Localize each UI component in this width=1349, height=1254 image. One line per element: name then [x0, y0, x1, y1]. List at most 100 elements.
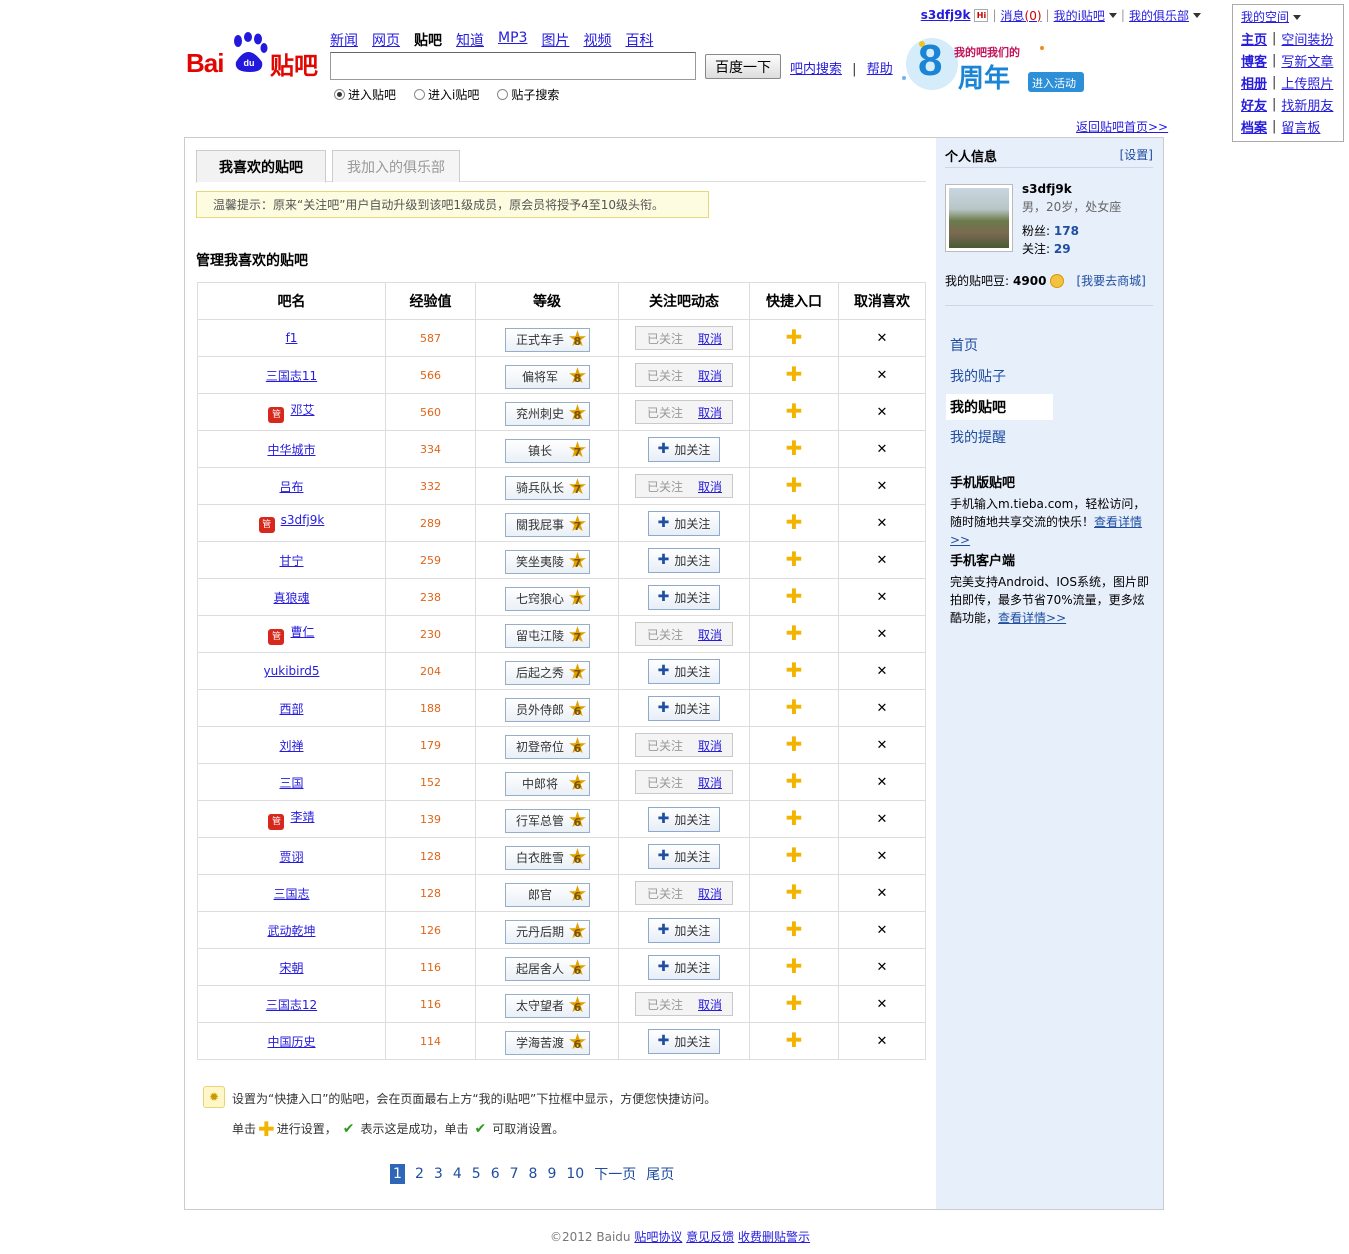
bar-name-link[interactable]: 吕布 — [279, 480, 303, 494]
close-icon[interactable]: ✕ — [877, 812, 888, 827]
nav-item-1[interactable]: 网页 — [372, 30, 400, 50]
add-shortcut-icon[interactable]: ✚ — [786, 806, 803, 830]
add-shortcut-icon[interactable]: ✚ — [786, 436, 803, 460]
page-link[interactable]: 4 — [453, 1166, 462, 1182]
follow-button[interactable]: ✚ 加关注 — [648, 547, 720, 573]
last-page-link[interactable]: 尾页 — [646, 1164, 674, 1184]
focus-value[interactable]: 29 — [1054, 242, 1071, 256]
add-shortcut-icon[interactable]: ✚ — [786, 621, 803, 645]
footer-link-agreement[interactable]: 贴吧协议 — [634, 1230, 682, 1244]
unfollow-link[interactable]: 取消 — [694, 367, 732, 384]
bar-name-link[interactable]: 西部 — [279, 702, 303, 716]
level-badge[interactable]: 留屯江陵 ★ 7 — [504, 623, 590, 648]
level-badge[interactable]: 学海苦渡 ★ 6 — [504, 1030, 590, 1055]
unfollow-link[interactable]: 取消 — [694, 737, 732, 754]
close-icon[interactable]: ✕ — [877, 997, 888, 1012]
close-icon[interactable]: ✕ — [877, 923, 888, 938]
mall-link[interactable]: [我要去商城] — [1076, 272, 1145, 289]
bar-name-link[interactable]: 中华城市 — [267, 443, 315, 457]
nav-item-7[interactable]: 百科 — [625, 30, 653, 50]
messages-link[interactable]: 消息(0) — [1001, 7, 1042, 24]
space-menu-sub-link[interactable]: 找新朋友 — [1281, 95, 1333, 114]
chevron-down-icon[interactable] — [1108, 12, 1117, 18]
level-badge[interactable]: 太守望者 ★ 6 — [504, 993, 590, 1018]
add-shortcut-icon[interactable]: ✚ — [786, 584, 803, 608]
sidebar-menu-link[interactable]: 首页 — [950, 335, 978, 355]
bar-name-link[interactable]: f1 — [286, 331, 298, 345]
close-icon[interactable]: ✕ — [877, 775, 888, 790]
bar-name-link[interactable]: 三国志 — [273, 887, 309, 901]
page-link[interactable]: 2 — [415, 1166, 424, 1182]
footer-link-warning[interactable]: 收费删贴警示 — [738, 1230, 810, 1244]
username-link[interactable]: s3dfj9k — [921, 8, 971, 22]
bar-name-link[interactable]: 李靖 — [290, 810, 314, 824]
unfollow-link[interactable]: 取消 — [694, 885, 732, 902]
banner-enter-button[interactable]: 进入活动 — [1032, 75, 1076, 91]
close-icon[interactable]: ✕ — [877, 738, 888, 753]
nav-item-0[interactable]: 新闻 — [330, 30, 358, 50]
bar-name-link[interactable]: 邓艾 — [290, 403, 314, 417]
bar-name-link[interactable]: 甘宁 — [279, 554, 303, 568]
level-badge[interactable]: 元丹后期 ★ 6 — [504, 919, 590, 944]
level-badge[interactable]: 镇长 ★ 7 — [504, 438, 590, 463]
close-icon[interactable]: ✕ — [877, 553, 888, 568]
page-link[interactable]: 5 — [472, 1166, 481, 1182]
search-radio-1[interactable]: 进入i贴吧 — [414, 86, 479, 103]
add-shortcut-icon[interactable]: ✚ — [786, 843, 803, 867]
level-badge[interactable]: 员外侍郎 ★ 6 — [504, 697, 590, 722]
close-icon[interactable]: ✕ — [877, 590, 888, 605]
settings-link[interactable]: [设置] — [1120, 146, 1153, 167]
close-icon[interactable]: ✕ — [877, 479, 888, 494]
add-shortcut-icon[interactable]: ✚ — [786, 510, 803, 534]
close-icon[interactable]: ✕ — [877, 886, 888, 901]
level-badge[interactable]: 初登帝位 ★ 6 — [504, 734, 590, 759]
level-badge[interactable]: 笑坐夷陵 ★ 7 — [504, 549, 590, 574]
follow-button[interactable]: ✚ 加关注 — [648, 843, 720, 869]
add-shortcut-icon[interactable]: ✚ — [786, 991, 803, 1015]
add-shortcut-icon[interactable]: ✚ — [786, 325, 803, 349]
tab-liked-bars[interactable]: 我喜欢的贴吧 — [196, 150, 326, 183]
fans-value[interactable]: 178 — [1054, 224, 1079, 238]
bar-name-link[interactable]: s3dfj9k — [281, 513, 325, 527]
nav-item-3[interactable]: 知道 — [456, 30, 484, 50]
footer-link-feedback[interactable]: 意见反馈 — [686, 1230, 734, 1244]
follow-button[interactable]: ✚ 加关注 — [648, 954, 720, 980]
sidebar-menu-item-2[interactable]: 我的贴吧 — [946, 394, 1053, 420]
my-space-link[interactable]: 我的空间 — [1241, 10, 1289, 24]
close-icon[interactable]: ✕ — [877, 627, 888, 642]
page-link[interactable]: 9 — [547, 1166, 556, 1182]
level-badge[interactable]: 七窍狼心 ★ 7 — [504, 586, 590, 611]
bar-name-link[interactable]: 真狼魂 — [273, 591, 309, 605]
my-space-toggle[interactable]: 我的空间 — [1233, 5, 1343, 27]
follow-button[interactable]: ✚ 加关注 — [648, 658, 720, 684]
unfollow-link[interactable]: 取消 — [694, 478, 732, 495]
sidebar-menu-link[interactable]: 我的贴子 — [950, 366, 1006, 386]
my-itieba-link[interactable]: 我的i贴吧 — [1054, 7, 1105, 24]
space-menu-main-link[interactable]: 博客 — [1241, 55, 1267, 70]
level-badge[interactable]: 正式车手 ★ 8 — [504, 327, 590, 352]
back-to-tieba-home-link[interactable]: 返回贴吧首页>> — [1076, 118, 1168, 135]
space-menu-main-link[interactable]: 好友 — [1241, 99, 1267, 114]
search-button[interactable]: 百度一下 — [705, 54, 781, 79]
bar-name-link[interactable]: 武动乾坤 — [267, 924, 315, 938]
search-radio-0[interactable]: 进入贴吧 — [334, 86, 396, 103]
add-shortcut-icon[interactable]: ✚ — [786, 399, 803, 423]
bar-name-link[interactable]: 三国 — [279, 776, 303, 790]
level-badge[interactable]: 白衣胜雪 ★ 6 — [504, 845, 590, 870]
sidebar-menu-item-0[interactable]: 首页 — [946, 332, 1053, 358]
bar-name-link[interactable]: 三国志12 — [266, 998, 317, 1012]
add-shortcut-icon[interactable]: ✚ — [786, 695, 803, 719]
close-icon[interactable]: ✕ — [877, 516, 888, 531]
radio-button[interactable] — [497, 89, 509, 100]
unfollow-link[interactable]: 取消 — [694, 404, 732, 421]
level-badge[interactable]: 后起之秀 ★ 7 — [504, 660, 590, 685]
bar-name-link[interactable]: 贾诩 — [279, 850, 303, 864]
follow-button[interactable]: ✚ 加关注 — [648, 917, 720, 943]
follow-button[interactable]: ✚ 加关注 — [648, 584, 720, 610]
add-shortcut-icon[interactable]: ✚ — [786, 769, 803, 793]
add-shortcut-icon[interactable]: ✚ — [786, 473, 803, 497]
add-shortcut-icon[interactable]: ✚ — [786, 917, 803, 941]
help-link[interactable]: 帮助 — [867, 62, 893, 77]
close-icon[interactable]: ✕ — [877, 664, 888, 679]
bar-name-link[interactable]: 中国历史 — [267, 1035, 315, 1049]
